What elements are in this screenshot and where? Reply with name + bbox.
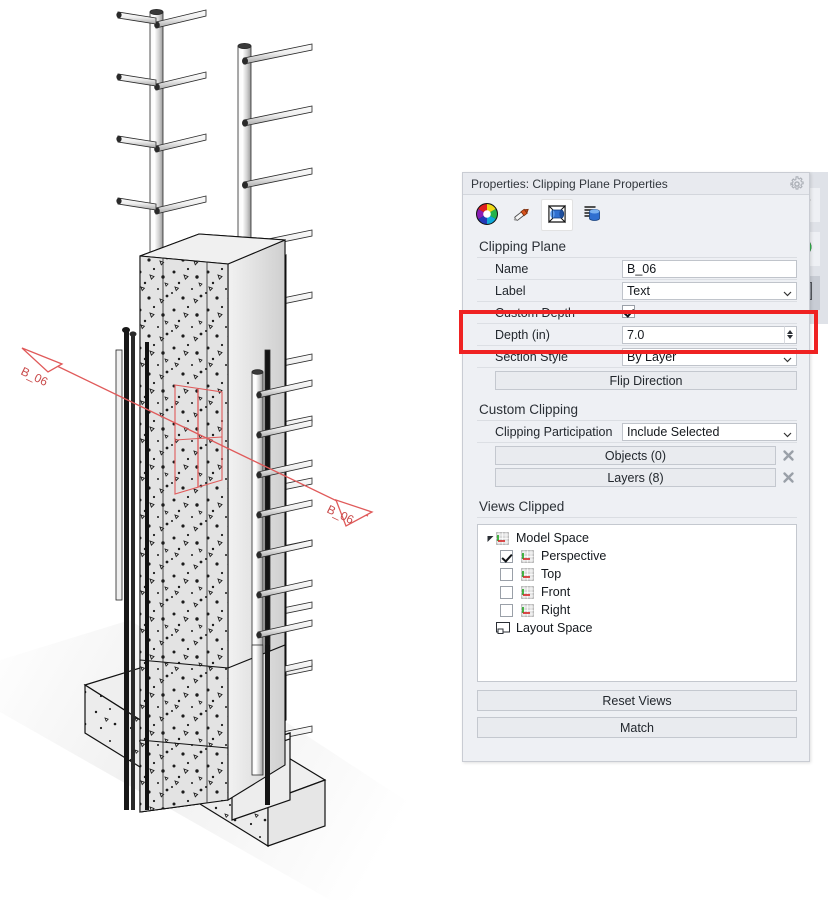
layers-button[interactable]: Layers (8) xyxy=(495,468,776,487)
group-heading-custom-clipping: Custom Clipping xyxy=(477,398,797,421)
label-custom-depth: Custom Depth xyxy=(477,306,622,320)
tree-item-front[interactable]: Front xyxy=(484,583,796,601)
top-checkbox-wrap[interactable] xyxy=(496,568,521,581)
section-style-value: By Layer xyxy=(627,350,676,364)
material-toolbar-button[interactable] xyxy=(506,199,538,231)
depth-input[interactable] xyxy=(622,326,784,344)
chevron-down-icon xyxy=(783,427,792,436)
custom-depth-checkbox[interactable] xyxy=(622,305,635,318)
clipping-participation-value: Include Selected xyxy=(627,425,719,439)
tree-label: Layout Space xyxy=(514,621,592,635)
perspective-checkbox[interactable] xyxy=(500,550,513,563)
color-toolbar-button[interactable] xyxy=(471,199,503,231)
clipping-participation-combo[interactable]: Include Selected xyxy=(622,423,797,441)
label-label: Label xyxy=(477,284,622,298)
tree-item-perspective[interactable]: Perspective xyxy=(484,547,796,565)
clipping-plane-toolbar-button[interactable] xyxy=(541,199,573,231)
paintbrush-icon xyxy=(510,202,534,229)
front-checkbox-wrap[interactable] xyxy=(496,586,521,599)
right-checkbox[interactable] xyxy=(500,604,513,617)
top-checkbox[interactable] xyxy=(500,568,513,581)
cad-3d-viewport[interactable]: B_06 B_06 xyxy=(0,0,460,900)
tree-item-right[interactable]: Right xyxy=(484,601,796,619)
tree-item-top[interactable]: Top xyxy=(484,565,796,583)
front-checkbox[interactable] xyxy=(500,586,513,599)
reset-views-button[interactable]: Reset Views xyxy=(477,690,797,711)
tree-item-layout-space[interactable]: Layout Space xyxy=(484,619,796,637)
axis-grid-icon xyxy=(521,586,539,599)
tree-label: Model Space xyxy=(514,531,589,545)
clear-objects-icon[interactable] xyxy=(780,446,797,465)
chevron-down-icon xyxy=(783,286,792,295)
label-combo-value: Text xyxy=(627,284,650,298)
axis-grid-icon xyxy=(496,532,514,545)
label-name: Name xyxy=(477,262,622,276)
right-checkbox-wrap[interactable] xyxy=(496,604,521,617)
panel-toolbar xyxy=(463,195,809,235)
color-wheel-icon xyxy=(475,202,499,229)
label-section-style: Section Style xyxy=(477,350,622,364)
label-clipping-participation: Clipping Participation xyxy=(477,425,622,439)
views-clipped-tree[interactable]: Model Space P xyxy=(477,524,797,682)
perspective-checkbox-wrap[interactable] xyxy=(496,550,521,563)
axis-grid-icon xyxy=(521,604,539,617)
section-style-combo[interactable]: By Layer xyxy=(622,348,797,366)
tree-label: Top xyxy=(539,567,561,581)
row-clipping-participation: Clipping Participation Include Selected xyxy=(477,421,797,443)
match-button[interactable]: Match xyxy=(477,717,797,738)
tree-label: Right xyxy=(539,603,570,617)
label-combo[interactable]: Text xyxy=(622,282,797,300)
row-name: Name xyxy=(477,258,797,280)
object-data-toolbar-button[interactable] xyxy=(576,199,608,231)
depth-spinner[interactable] xyxy=(784,326,797,344)
axis-grid-icon xyxy=(521,568,539,581)
expand-arrow-icon[interactable] xyxy=(484,534,496,543)
tree-label: Perspective xyxy=(539,549,606,563)
label-depth: Depth (in) xyxy=(477,328,622,342)
tree-label: Front xyxy=(539,585,570,599)
row-custom-depth: Custom Depth xyxy=(477,302,797,324)
row-section-style: Section Style By Layer xyxy=(477,346,797,368)
object-data-icon xyxy=(580,202,604,229)
layers-row: Layers (8) xyxy=(477,468,797,487)
spinner-up-icon[interactable] xyxy=(787,330,793,334)
objects-row: Objects (0) xyxy=(477,446,797,465)
layout-space-icon xyxy=(496,622,514,635)
objects-button[interactable]: Objects (0) xyxy=(495,446,776,465)
panel-body: Clipping Plane Name Label Text Custom De… xyxy=(463,235,809,738)
chevron-down-icon xyxy=(783,352,792,361)
group-heading-clipping-plane: Clipping Plane xyxy=(477,235,797,258)
spinner-down-icon[interactable] xyxy=(787,335,793,339)
row-label: Label Text xyxy=(477,280,797,302)
tree-item-model-space[interactable]: Model Space xyxy=(484,529,796,547)
clipping-plane-icon xyxy=(544,201,570,230)
properties-panel: Properties: Clipping Plane Properties xyxy=(462,172,810,762)
panel-title: Properties: Clipping Plane Properties xyxy=(471,177,789,191)
group-heading-views-clipped: Views Clipped xyxy=(477,495,797,518)
clear-layers-icon[interactable] xyxy=(780,468,797,487)
panel-titlebar: Properties: Clipping Plane Properties xyxy=(463,173,809,195)
flip-direction-button[interactable]: Flip Direction xyxy=(495,371,797,390)
name-input[interactable] xyxy=(622,260,797,278)
gear-icon[interactable] xyxy=(789,176,805,192)
views-clipped-actions: Reset Views Match xyxy=(477,690,797,738)
axis-grid-icon xyxy=(521,550,539,563)
row-depth: Depth (in) xyxy=(477,324,797,346)
